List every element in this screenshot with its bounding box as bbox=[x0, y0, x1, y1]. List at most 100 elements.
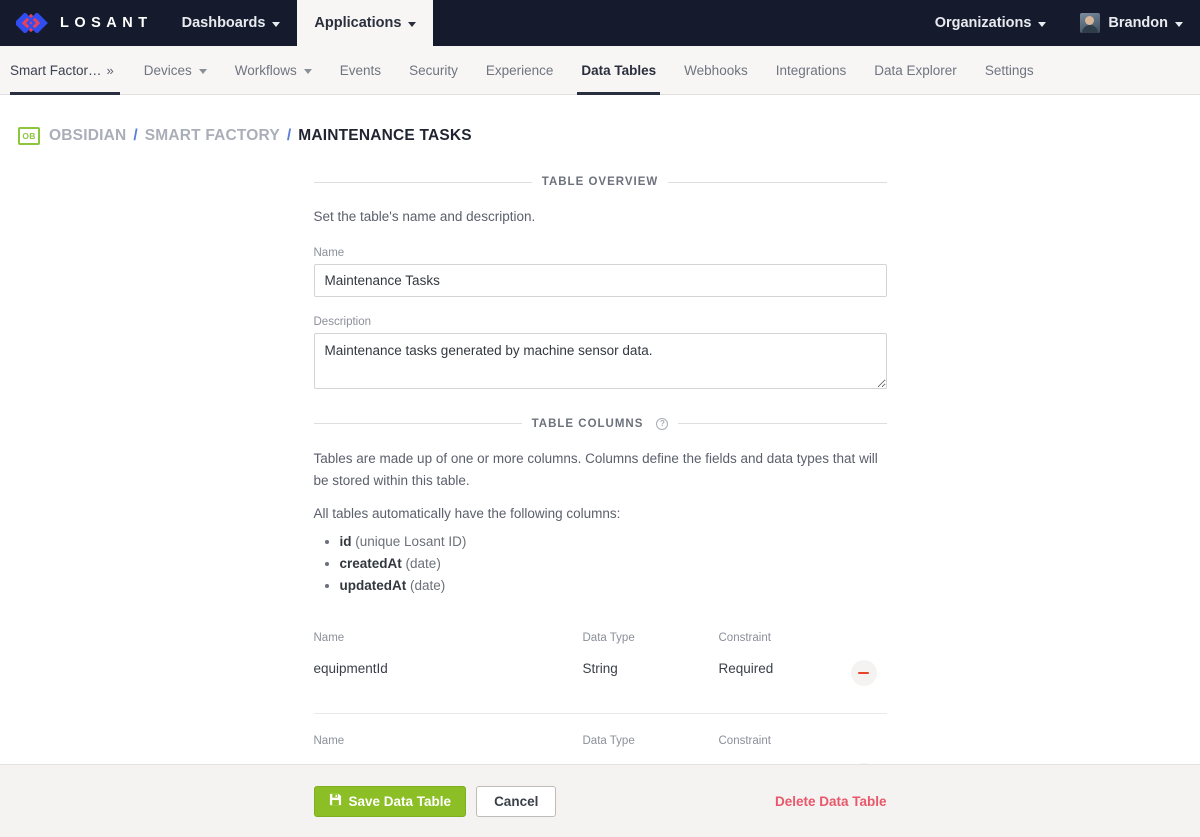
subnav-item-devices[interactable]: Devices bbox=[130, 46, 221, 94]
column-datatype-value[interactable]: String bbox=[583, 661, 719, 676]
auto-column-name: id bbox=[339, 534, 352, 550]
nav-item-user-menu[interactable]: Brandon bbox=[1063, 0, 1200, 46]
nav-item-organizations-label: Organizations bbox=[934, 15, 1032, 31]
column-datatype-cell: Data Type String bbox=[583, 735, 719, 764]
subnav-item-settings[interactable]: Settings bbox=[971, 46, 1048, 94]
chevron-down-icon bbox=[1038, 21, 1047, 27]
table-columns-section-title: TABLE COLUMNS bbox=[531, 417, 644, 430]
chevron-down-icon bbox=[408, 21, 417, 27]
main-content: TABLE OVERVIEW Set the table's name and … bbox=[0, 152, 1200, 764]
subnav-item-experience[interactable]: Experience bbox=[472, 46, 568, 94]
table-columns-section-header: TABLE COLUMNS ? bbox=[313, 417, 887, 430]
column-name-cell: Name estimatedHours bbox=[314, 735, 583, 764]
subnav-item-workflows-label: Workflows bbox=[234, 62, 297, 78]
subnav-item-data-tables[interactable]: Data Tables bbox=[567, 46, 670, 95]
table-columns-intro: Tables are made up of one or more column… bbox=[313, 450, 878, 488]
subnav-item-webhooks-label: Webhooks bbox=[684, 62, 748, 78]
data-table-form: TABLE OVERVIEW Set the table's name and … bbox=[313, 152, 887, 764]
brand-home-link[interactable]: LOSANT bbox=[0, 0, 165, 46]
save-data-table-button[interactable]: Save Data Table bbox=[313, 785, 467, 817]
auto-column-type: (date) bbox=[405, 556, 441, 572]
save-data-table-label: Save Data Table bbox=[348, 793, 452, 809]
double-chevron-right-icon: » bbox=[106, 62, 114, 78]
subnav-item-integrations-label: Integrations bbox=[775, 62, 847, 78]
subnav-item-application-switcher[interactable]: Smart Factor… » bbox=[0, 46, 130, 95]
subnav-item-events-label: Events bbox=[339, 62, 382, 78]
top-navigation-bar: LOSANT Dashboards Applications Organizat… bbox=[0, 0, 1200, 46]
subnav-item-data-explorer[interactable]: Data Explorer bbox=[860, 46, 971, 94]
table-overview-section-title: TABLE OVERVIEW bbox=[541, 176, 659, 188]
auto-columns-list: id (unique Losant ID) createdAt (date) u… bbox=[314, 531, 887, 597]
subnav-item-webhooks[interactable]: Webhooks bbox=[670, 46, 762, 94]
column-actions-cell bbox=[850, 735, 887, 764]
application-sub-navigation: Smart Factor… » Devices Workflows Events… bbox=[0, 46, 1200, 95]
top-navigation-right: Organizations Brandon bbox=[918, 0, 1200, 46]
breadcrumb-separator-icon: / bbox=[286, 127, 292, 144]
subnav-item-security-label: Security bbox=[409, 62, 458, 78]
subnav-item-data-explorer-label: Data Explorer bbox=[874, 62, 957, 78]
table-row: Name estimatedHours Data Type String Con… bbox=[313, 713, 887, 764]
nav-item-applications-label: Applications bbox=[314, 15, 402, 31]
column-header-data-type: Data Type bbox=[582, 735, 635, 748]
subnav-item-security[interactable]: Security bbox=[395, 46, 472, 94]
column-header-name: Name bbox=[313, 632, 345, 645]
table-description-textarea[interactable]: Maintenance tasks generated by machine s… bbox=[313, 332, 887, 389]
avatar bbox=[1080, 13, 1101, 33]
table-overview-section-header: TABLE OVERVIEW bbox=[313, 176, 887, 188]
table-overview-description: Set the table's name and description. bbox=[313, 209, 536, 224]
description-field-group: Description Maintenance tasks generated … bbox=[313, 315, 887, 389]
chevron-down-icon bbox=[198, 68, 207, 74]
breadcrumb-application[interactable]: SMART FACTORY bbox=[145, 127, 280, 145]
column-datatype-cell: Data Type String bbox=[583, 632, 719, 676]
description-field-label: Description bbox=[313, 315, 372, 328]
auto-column-type: (unique Losant ID) bbox=[355, 534, 467, 550]
subnav-item-events[interactable]: Events bbox=[326, 46, 395, 94]
divider-right bbox=[668, 181, 887, 183]
column-constraint-cell: Constraint Required bbox=[719, 632, 851, 676]
auto-column-name: updatedAt bbox=[339, 578, 407, 594]
nav-item-dashboards[interactable]: Dashboards bbox=[165, 0, 298, 46]
table-name-input[interactable] bbox=[313, 263, 887, 297]
delete-data-table-link[interactable]: Delete Data Table bbox=[775, 794, 887, 809]
breadcrumb-separator-icon: / bbox=[133, 127, 138, 144]
name-field-group: Name bbox=[313, 246, 887, 297]
floppy-disk-save-icon bbox=[329, 793, 342, 809]
column-header-constraint: Constraint bbox=[718, 632, 771, 645]
organization-badge-icon: OB bbox=[18, 127, 40, 145]
cancel-button[interactable]: Cancel bbox=[476, 785, 557, 817]
list-item: updatedAt (date) bbox=[340, 575, 887, 597]
brand-wordmark: LOSANT bbox=[60, 15, 153, 31]
column-actions-cell bbox=[850, 632, 887, 687]
list-item: id (unique Losant ID) bbox=[340, 531, 887, 553]
form-action-bar: Save Data Table Cancel Delete Data Table bbox=[0, 764, 1200, 837]
column-constraint-cell: Constraint Required bbox=[719, 735, 851, 764]
subnav-application-label: Smart Factor… bbox=[10, 62, 102, 78]
name-field-label: Name bbox=[313, 246, 345, 259]
subnav-item-experience-label: Experience bbox=[485, 62, 554, 78]
nav-item-dashboards-label: Dashboards bbox=[181, 15, 266, 31]
nav-item-applications[interactable]: Applications bbox=[297, 0, 434, 46]
breadcrumb-current-page: MAINTENANCE TASKS bbox=[298, 127, 472, 144]
divider-left bbox=[313, 181, 532, 183]
chevron-down-icon bbox=[303, 68, 312, 74]
remove-column-button[interactable] bbox=[850, 660, 877, 687]
nav-item-user-label: Brandon bbox=[1108, 15, 1168, 31]
subnav-item-workflows[interactable]: Workflows bbox=[221, 46, 326, 94]
subnav-item-devices-label: Devices bbox=[143, 62, 192, 78]
nav-item-organizations[interactable]: Organizations bbox=[918, 0, 1064, 46]
list-item: createdAt (date) bbox=[340, 553, 887, 575]
auto-columns-intro: All tables automatically have the follow… bbox=[313, 505, 621, 521]
minus-circle-icon bbox=[858, 672, 869, 675]
column-constraint-value[interactable]: Required bbox=[719, 661, 851, 676]
column-header-constraint: Constraint bbox=[718, 735, 771, 748]
column-header-data-type: Data Type bbox=[582, 632, 635, 645]
losant-diamond-logo-icon bbox=[14, 12, 50, 34]
chevron-down-icon bbox=[272, 21, 281, 27]
auto-column-name: createdAt bbox=[339, 556, 402, 572]
column-name-value[interactable]: equipmentId bbox=[314, 661, 583, 676]
subnav-item-data-tables-label: Data Tables bbox=[581, 62, 657, 78]
question-mark-icon[interactable]: ? bbox=[656, 417, 669, 430]
subnav-item-integrations[interactable]: Integrations bbox=[762, 46, 861, 94]
table-row: Name equipmentId Data Type String Constr… bbox=[314, 611, 887, 713]
breadcrumb-organization[interactable]: OBSIDIAN bbox=[49, 127, 126, 145]
